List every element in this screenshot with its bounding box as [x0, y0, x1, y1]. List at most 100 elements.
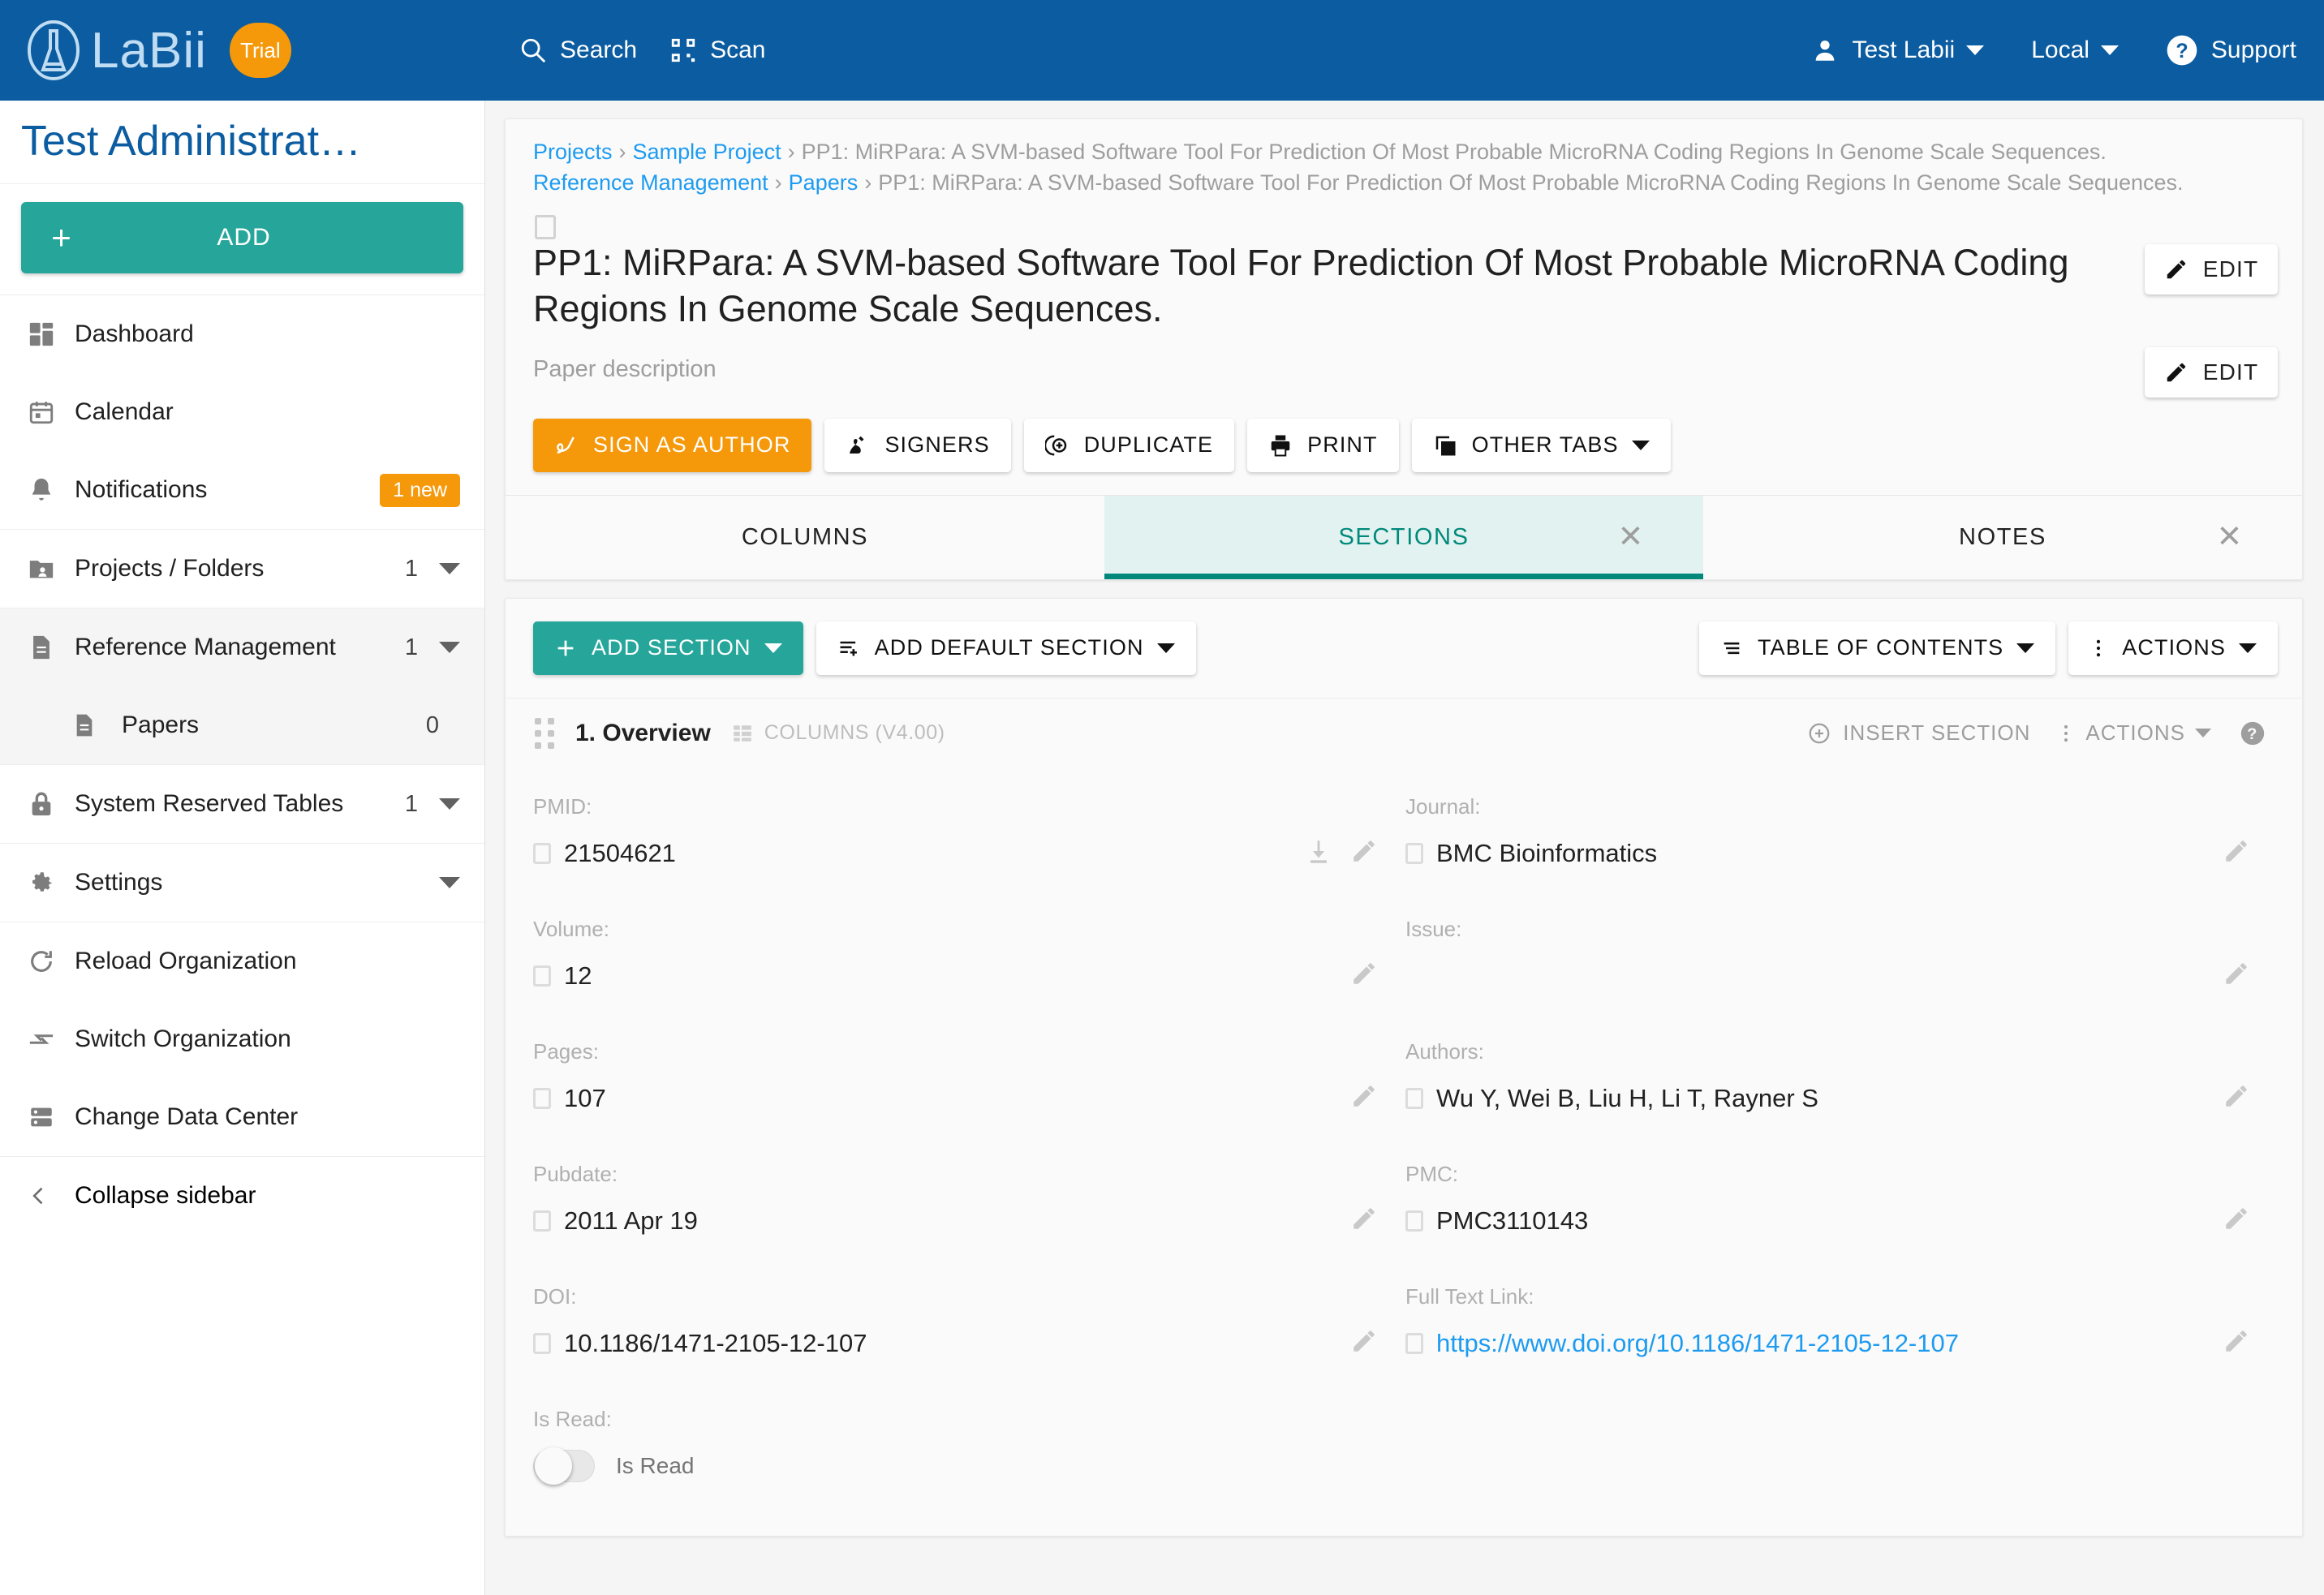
sidebar-item-papers[interactable]: Papers 0	[0, 686, 484, 764]
sidebar-item-system-reserved-tables[interactable]: System Reserved Tables 1	[0, 765, 484, 843]
table-of-contents-button[interactable]: TABLE OF CONTENTS	[1699, 621, 2056, 675]
add-button[interactable]: + ADD	[21, 202, 463, 273]
section-help-button[interactable]: ?	[2239, 720, 2278, 747]
field-value-link[interactable]: https://www.doi.org/10.1186/1471-2105-12…	[1436, 1329, 1959, 1358]
sidebar-item-reference-management[interactable]: Reference Management 1	[0, 608, 484, 686]
sidebar-item-calendar[interactable]: Calendar	[0, 373, 484, 451]
support-button[interactable]: ? Support	[2166, 34, 2296, 67]
field-label: Is Read:	[533, 1406, 612, 1431]
sidebar-item-label: Reference Management	[75, 634, 336, 660]
sidebar-item-settings[interactable]: Settings	[0, 844, 484, 922]
field-label: DOI:	[533, 1283, 577, 1309]
field-journal: Journal: BMC Bioinformatics	[1405, 773, 2278, 896]
field-checkbox[interactable]	[533, 1087, 551, 1109]
field-checkbox[interactable]	[533, 1332, 551, 1354]
field-checkbox[interactable]	[1405, 1087, 1423, 1109]
field-row: DOI: 10.1186/1471-2105-12-107 Full Text …	[533, 1263, 2278, 1386]
download-icon[interactable]	[1305, 837, 1332, 869]
pencil-icon[interactable]	[2223, 1082, 2250, 1114]
user-menu[interactable]: Test Labii	[1811, 37, 1985, 64]
chevron-down-icon[interactable]	[439, 642, 460, 653]
brand-logo[interactable]: LaBii Trial	[0, 19, 487, 81]
field-is-read: Is Read: Is Read	[533, 1386, 1405, 1503]
other-tabs-button[interactable]: OTHER TABS	[1411, 418, 1671, 472]
field-checkbox[interactable]	[533, 842, 551, 864]
field-pmid: PMID: 21504621	[533, 773, 1405, 896]
chevron-down-icon[interactable]	[439, 563, 460, 574]
search-button[interactable]: Search	[519, 37, 637, 64]
table-icon	[732, 723, 753, 744]
tab-notes[interactable]: NOTES ✕	[1703, 496, 2302, 579]
is-read-toggle[interactable]	[533, 1447, 595, 1485]
field-row: Is Read: Is Read	[533, 1386, 2278, 1503]
pencil-icon[interactable]	[2223, 960, 2250, 991]
search-label: Search	[560, 37, 638, 63]
edit-title-button[interactable]: EDIT	[2145, 243, 2278, 294]
add-default-section-button[interactable]: ADD DEFAULT SECTION	[816, 621, 1196, 675]
pencil-icon[interactable]	[2223, 1327, 2250, 1359]
breadcrumb: Projects › Sample Project › PP1: MiRPara: A …	[506, 119, 2302, 202]
edit-description-button[interactable]: EDIT	[2145, 346, 2278, 398]
field-pmc: PMC: PMC3110143	[1405, 1141, 2278, 1263]
sidebar-item-count: 1	[404, 555, 418, 582]
pencil-icon[interactable]	[1350, 1082, 1378, 1114]
close-icon[interactable]: ✕	[2217, 522, 2244, 552]
pencil-icon[interactable]	[2223, 1205, 2250, 1236]
list-icon	[1720, 637, 1743, 660]
drag-handle-icon[interactable]	[535, 717, 554, 749]
field-value-line: 21504621	[533, 832, 1381, 875]
field-checkbox[interactable]	[1405, 1210, 1423, 1232]
add-section-button[interactable]: ADD SECTION	[533, 621, 803, 675]
add-button-wrapper: + ADD	[0, 184, 484, 295]
field-checkbox[interactable]	[533, 1210, 551, 1232]
breadcrumb-current-2: PP1: MiRPara: A SVM-based Software Tool …	[878, 170, 2184, 195]
collapse-sidebar-button[interactable]: Collapse sidebar	[0, 1157, 484, 1235]
breadcrumb-link-sample-project[interactable]: Sample Project	[633, 140, 781, 164]
print-button[interactable]: PRINT	[1247, 418, 1399, 472]
pencil-icon	[2164, 257, 2188, 282]
scan-button[interactable]: Scan	[669, 37, 765, 64]
sidebar-item-notifications[interactable]: Notifications 1 new	[0, 451, 484, 529]
field-row: Pages: 107 Authors: Wu Y, Wei B, Liu H, …	[533, 1018, 2278, 1141]
close-icon[interactable]: ✕	[1618, 522, 1645, 552]
breadcrumb-link-papers[interactable]: Papers	[789, 170, 859, 195]
tab-sections[interactable]: SECTIONS ✕	[1104, 495, 1703, 579]
breadcrumb-link-projects[interactable]: Projects	[533, 140, 613, 164]
sidebar-item-label: Papers	[122, 712, 200, 738]
section-actions-button[interactable]: ACTIONS	[2058, 720, 2211, 746]
tab-columns[interactable]: COLUMNS	[506, 496, 1104, 579]
more-vertical-icon	[2058, 722, 2074, 745]
locale-menu[interactable]: Local	[2031, 37, 2119, 64]
chevron-down-icon[interactable]	[439, 877, 460, 888]
breadcrumb-link-reference-management[interactable]: Reference Management	[533, 170, 768, 195]
sections-actions-button[interactable]: ACTIONS	[2068, 621, 2278, 675]
insert-section-button[interactable]: INSERT SECTION	[1807, 720, 2030, 746]
pencil-icon[interactable]	[1350, 1205, 1378, 1236]
document-description[interactable]: Paper description	[533, 356, 2145, 383]
organization-title[interactable]: Test Administrat…	[0, 101, 484, 184]
trial-badge[interactable]: Trial	[229, 23, 291, 78]
document-description-row: Paper description EDIT	[506, 333, 2302, 398]
chevron-down-icon[interactable]	[439, 798, 460, 810]
field-checkbox[interactable]	[533, 965, 551, 987]
sign-as-author-button[interactable]: SIGN AS AUTHOR	[533, 418, 812, 472]
pencil-icon[interactable]	[2223, 837, 2250, 869]
sidebar-item-projects-folders[interactable]: Projects / Folders 1	[0, 530, 484, 608]
sidebar-item-switch-organization[interactable]: Switch Organization	[0, 1000, 484, 1078]
pencil-icon[interactable]	[1350, 960, 1378, 991]
document-select-checkbox[interactable]	[535, 214, 556, 239]
duplicate-button[interactable]: DUPLICATE	[1023, 418, 1235, 472]
signers-button[interactable]: SIGNERS	[824, 418, 1011, 472]
field-value: Wu Y, Wei B, Liu H, Li T, Rayner S	[1436, 1083, 1818, 1112]
sidebar-item-dashboard[interactable]: Dashboard	[0, 295, 484, 373]
field-checkbox[interactable]	[1405, 842, 1423, 864]
field-checkbox[interactable]	[1405, 1332, 1423, 1354]
sidebar-group-system: System Reserved Tables 1	[0, 765, 484, 844]
pencil-icon[interactable]	[1350, 1327, 1378, 1359]
sidebar-item-change-data-center[interactable]: Change Data Center	[0, 1078, 484, 1156]
field-label: PMID:	[533, 793, 592, 819]
sidebar-item-label: Dashboard	[75, 320, 194, 347]
field-value-line: 2011 Apr 19	[533, 1200, 1381, 1242]
pencil-icon[interactable]	[1350, 837, 1378, 869]
sidebar-item-reload-organization[interactable]: Reload Organization	[0, 922, 484, 1000]
